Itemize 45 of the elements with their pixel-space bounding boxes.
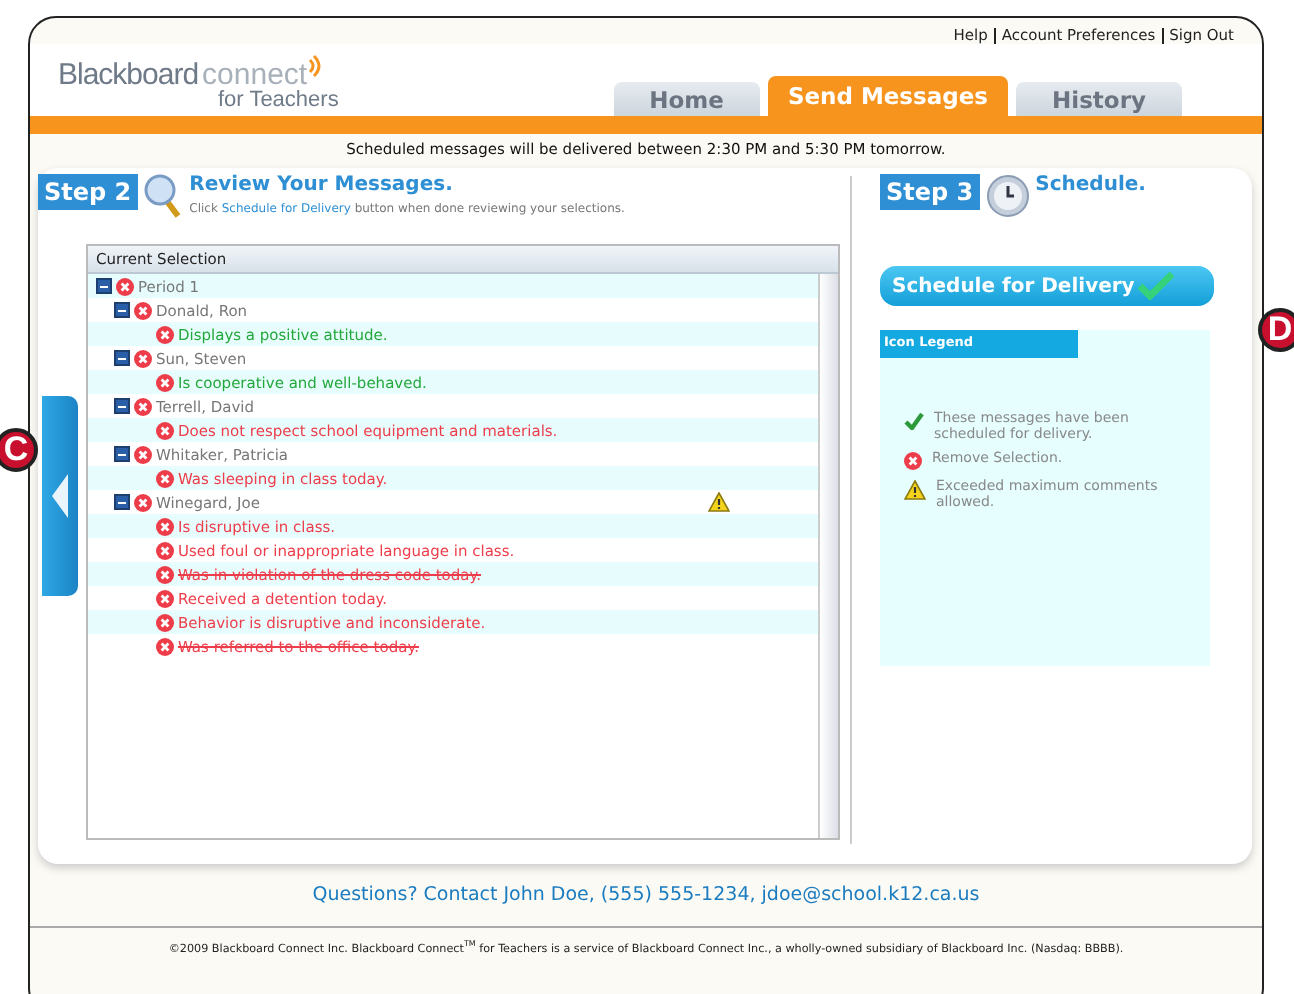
- remove-icon[interactable]: [156, 325, 174, 343]
- step-badge: Step 2: [38, 174, 138, 210]
- remove-icon[interactable]: [156, 373, 174, 391]
- step-title: Review Your Messages.: [189, 174, 455, 196]
- remove-icon[interactable]: [156, 541, 174, 559]
- collapse-toggle[interactable]: [114, 446, 130, 462]
- nav-tab[interactable]: History: [1016, 82, 1182, 116]
- arrow-left-icon: [52, 474, 68, 518]
- remove-icon[interactable]: [134, 397, 152, 415]
- check-icon: [1138, 272, 1175, 300]
- collapse-handle[interactable]: [42, 396, 78, 596]
- contact-text: Questions? Contact John Doe, (555) 555-1234, jdoe@school.k12.ca.us: [310, 884, 982, 906]
- collapse-toggle[interactable]: [96, 278, 112, 294]
- remove-icon[interactable]: [156, 517, 174, 535]
- collapse-toggle[interactable]: [114, 302, 130, 318]
- step-title: Schedule.: [1035, 174, 1146, 196]
- step-badge: Step 3: [880, 174, 980, 210]
- scrollbar[interactable]: [818, 274, 838, 838]
- remove-icon[interactable]: [134, 301, 152, 319]
- remove-icon[interactable]: [156, 421, 174, 439]
- logo-product: connect: [202, 58, 308, 92]
- remove-icon[interactable]: [156, 589, 174, 607]
- remove-icon[interactable]: [134, 445, 152, 463]
- collapse-toggle[interactable]: [114, 398, 130, 414]
- remove-icon[interactable]: [134, 493, 152, 511]
- check-icon: [904, 412, 924, 430]
- remove-icon[interactable]: [134, 349, 152, 367]
- logo-tagline: for Teachers: [218, 88, 339, 112]
- remove-icon[interactable]: [156, 469, 174, 487]
- collapse-toggle[interactable]: [114, 494, 130, 510]
- collapse-toggle[interactable]: [114, 350, 130, 366]
- remove-icon[interactable]: [156, 565, 174, 583]
- clock-icon: [985, 174, 1030, 218]
- callout-badge: C: [0, 428, 38, 472]
- remove-icon[interactable]: [116, 277, 134, 295]
- remove-icon[interactable]: [156, 613, 174, 631]
- callout-badge: D: [1258, 308, 1294, 352]
- schedule-button[interactable]: Schedule for Delivery: [880, 266, 1214, 306]
- signal-icon: [307, 54, 324, 78]
- remove-icon: [904, 452, 922, 470]
- logo-brand: Blackboard: [58, 58, 199, 92]
- warning-icon: [904, 480, 926, 500]
- remove-icon[interactable]: [156, 637, 174, 655]
- nav-tab[interactable]: Home: [613, 82, 760, 116]
- magnifier-icon: [143, 174, 184, 218]
